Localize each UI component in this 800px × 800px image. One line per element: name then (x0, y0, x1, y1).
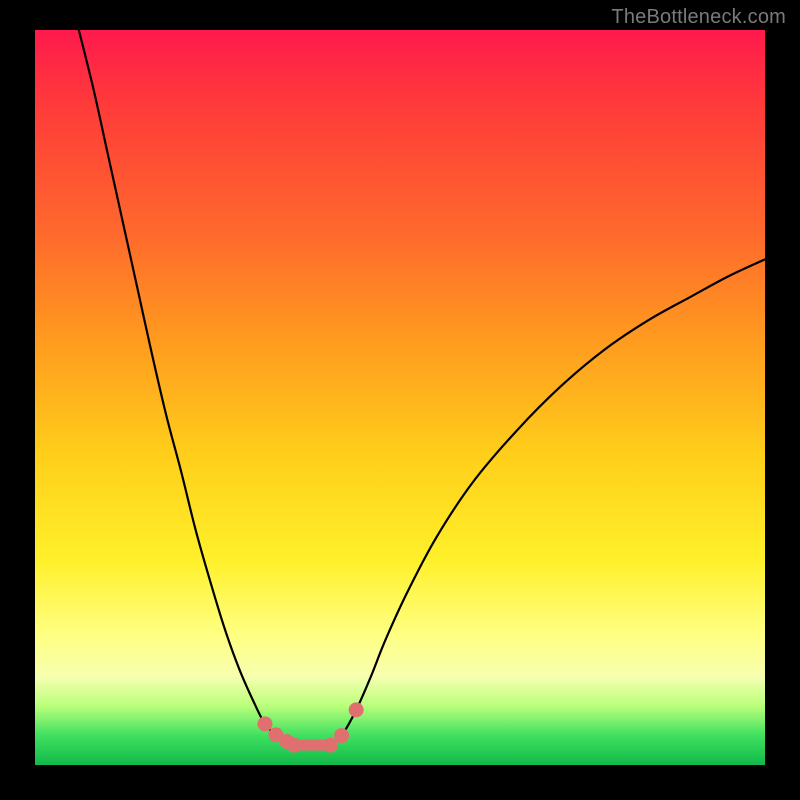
right-curve (331, 259, 765, 745)
plot-area (35, 30, 765, 765)
dip-marker (287, 738, 302, 753)
line-chart (35, 30, 765, 765)
watermark-text: TheBottleneck.com (611, 6, 786, 29)
dip-marker (334, 728, 349, 743)
dip-marker (257, 716, 272, 731)
chart-frame: TheBottleneck.com (0, 0, 800, 800)
dip-marker (349, 702, 364, 717)
left-curve (79, 30, 294, 745)
